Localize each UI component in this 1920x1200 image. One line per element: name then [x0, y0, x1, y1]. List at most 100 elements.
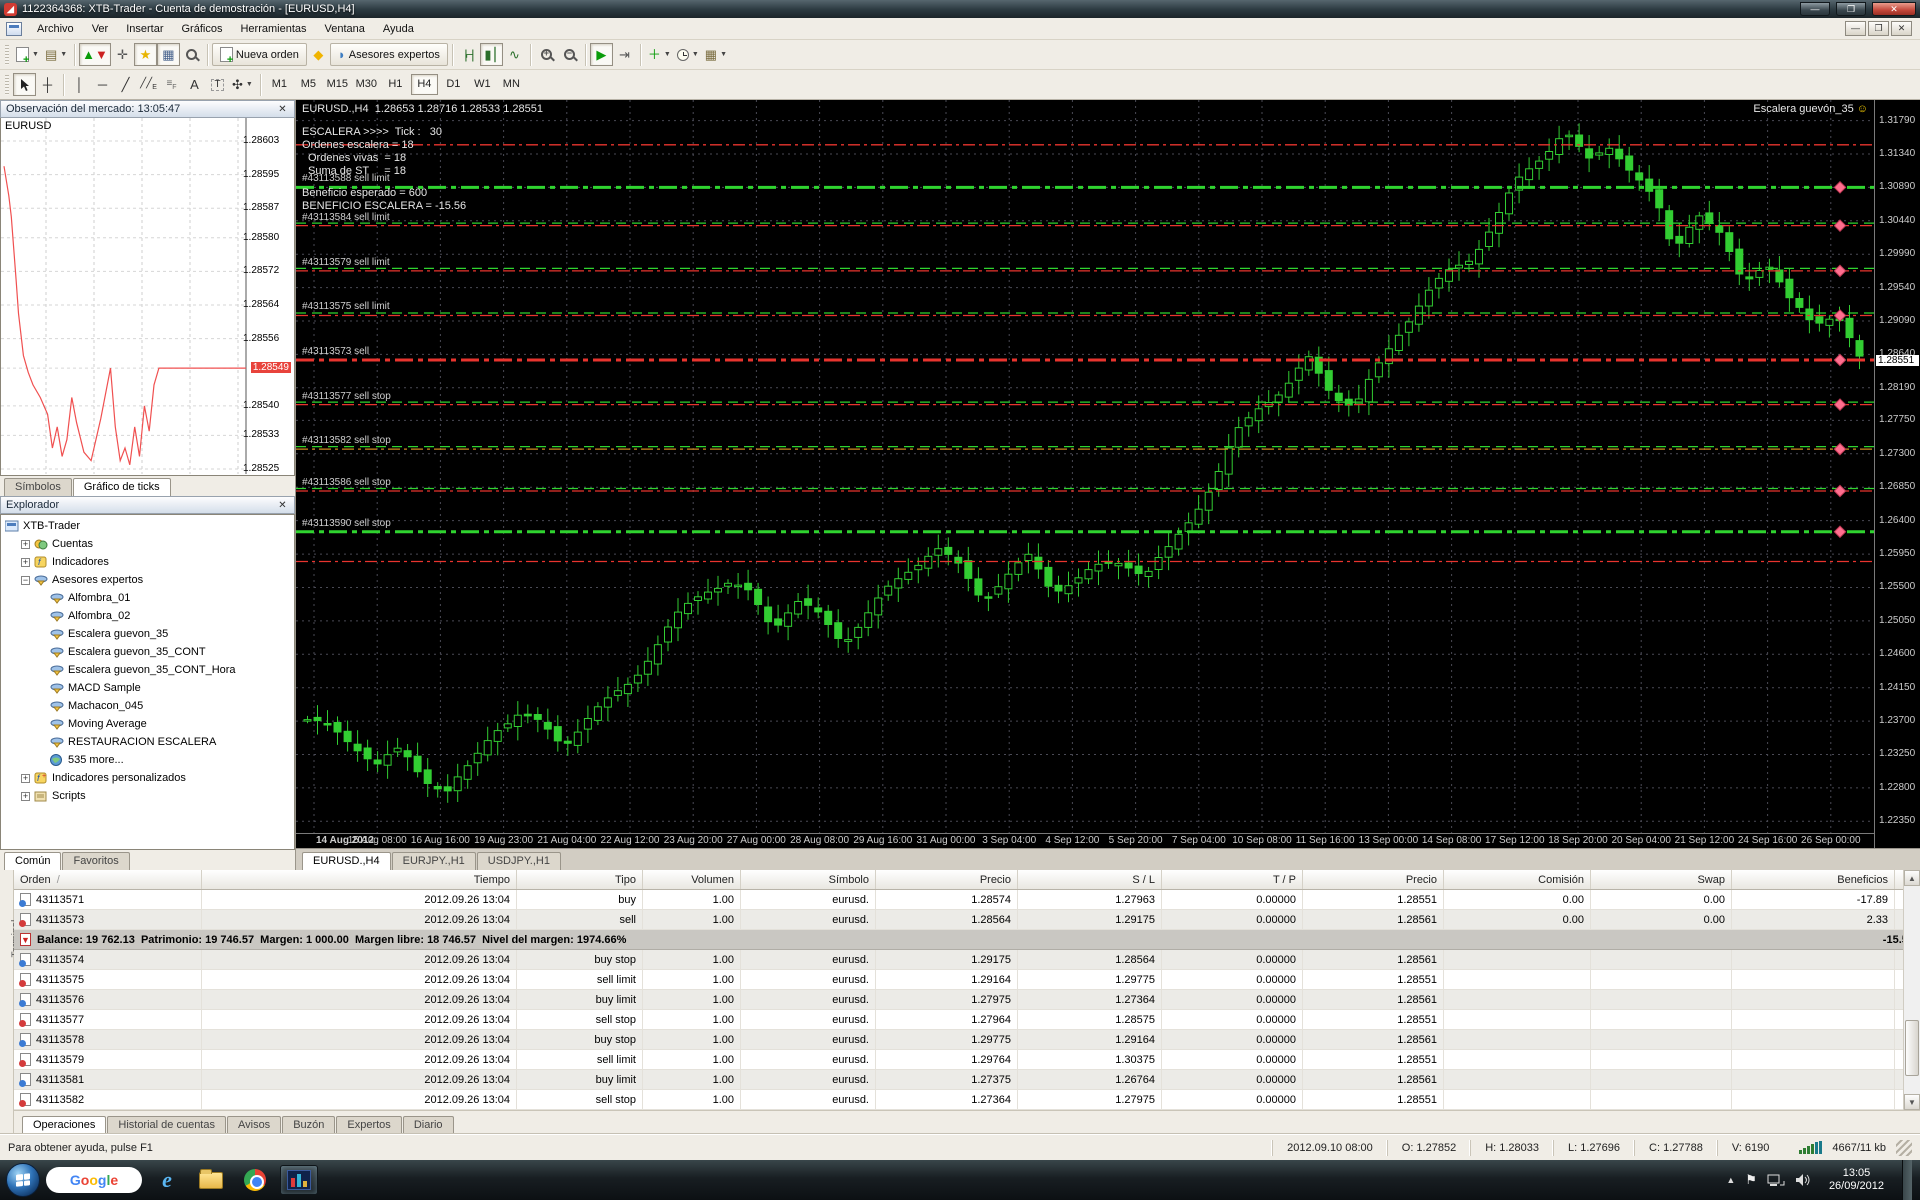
column-header-beneficios[interactable]: Beneficios [1732, 870, 1895, 889]
resize-grip[interactable] [1896, 1140, 1912, 1156]
timeframe-h1[interactable]: H1 [382, 74, 409, 95]
menu-gráficos[interactable]: Gráficos [173, 20, 232, 38]
candlestick-chart-button[interactable]: ▮⎮ [480, 43, 503, 66]
auto-scroll-button[interactable]: ▶ [590, 43, 613, 66]
templates-button[interactable]: ▦▼ [702, 43, 730, 66]
tree-item-indicadores[interactable]: +fIndicadores [1, 553, 294, 571]
tree-item-alfombra-01[interactable]: Alfombra_01 [1, 589, 294, 607]
new-order-button[interactable]: +Nueva orden [212, 43, 307, 66]
tree-item-escalera-guevon-35-cont-hora[interactable]: Escalera guevon_35_CONT_Hora [1, 661, 294, 679]
arrows-tool[interactable]: ✣▼ [229, 73, 256, 96]
tree-item-escalera-guevon-35-cont[interactable]: Escalera guevon_35_CONT [1, 643, 294, 661]
market-watch-toggle[interactable]: ▲▼ [79, 43, 111, 66]
chart-shift-button[interactable]: ⇥ [613, 43, 636, 66]
tree-item-macd-sample[interactable]: MACD Sample [1, 679, 294, 697]
column-header-swap[interactable]: Swap [1591, 870, 1732, 889]
tray-expand-icon[interactable]: ▲ [1726, 1175, 1735, 1185]
chrome-button[interactable] [236, 1165, 274, 1195]
horizontal-line-tool[interactable]: ─ [91, 73, 114, 96]
minimize-button[interactable]: — [1800, 2, 1830, 16]
column-header-precio[interactable]: Precio [1303, 870, 1444, 889]
column-header-s-mbolo[interactable]: Símbolo [741, 870, 876, 889]
explorer-folder-button[interactable] [192, 1165, 230, 1195]
zoom-out-button[interactable]: − [558, 43, 581, 66]
chart-tab-eurusd-h4[interactable]: EURUSD.,H4 [302, 852, 391, 870]
tree-item-restauracion-escalera[interactable]: RESTAURACION ESCALERA [1, 733, 294, 751]
line-chart-button[interactable]: ∿ [503, 43, 526, 66]
order-row-43113574[interactable]: 431135742012.09.26 13:04buy stop1.00euru… [14, 950, 1920, 970]
order-row-43113576[interactable]: 431135762012.09.26 13:04buy limit1.00eur… [14, 990, 1920, 1010]
menu-herramientas[interactable]: Herramientas [231, 20, 315, 38]
terminal-tab-operaciones[interactable]: Operaciones [22, 1116, 106, 1134]
column-header-tiempo[interactable]: Tiempo [202, 870, 517, 889]
google-search-box[interactable]: Google [46, 1167, 142, 1193]
tab-gr-fico-de-ticks[interactable]: Gráfico de ticks [73, 478, 171, 496]
metaeditor-alert-icon[interactable]: ◆ [307, 43, 330, 66]
periods-button[interactable]: ▼ [674, 43, 702, 66]
new-chart-button[interactable]: +▼ [13, 43, 42, 66]
timeframe-w1[interactable]: W1 [469, 74, 496, 95]
terminal-tab-avisos[interactable]: Avisos [227, 1116, 281, 1134]
order-row-43113582[interactable]: 431135822012.09.26 13:04sell stop1.00eur… [14, 1090, 1920, 1110]
child-close-button[interactable]: ✕ [1891, 21, 1912, 36]
order-row-43113577[interactable]: 431135772012.09.26 13:04sell stop1.00eur… [14, 1010, 1920, 1030]
tab-com-n[interactable]: Común [4, 852, 61, 870]
tree-item-indicadores-personalizados[interactable]: +f+Indicadores personalizados [1, 769, 294, 787]
tree-item-xtb-trader[interactable]: XTB-Trader [1, 517, 294, 535]
order-row-43113579[interactable]: 431135792012.09.26 13:04sell limit1.00eu… [14, 1050, 1920, 1070]
order-row-43113581[interactable]: 431135812012.09.26 13:04buy limit1.00eur… [14, 1070, 1920, 1090]
data-window-button[interactable]: ✛ [111, 43, 134, 66]
tree-item-moving-average[interactable]: Moving Average [1, 715, 294, 733]
tree-item-asesores-expertos[interactable]: −Asesores expertos [1, 571, 294, 589]
timeframe-d1[interactable]: D1 [440, 74, 467, 95]
cursor-tool[interactable] [13, 73, 36, 96]
navigator-toggle[interactable]: ★ [134, 43, 157, 66]
timeframe-mn[interactable]: MN [498, 74, 525, 95]
tick-chart[interactable]: EURUSD 1.286031.285951.285871.285801.285… [0, 118, 295, 476]
expand-icon[interactable]: + [21, 558, 30, 567]
menu-ventana[interactable]: Ventana [316, 20, 374, 38]
timeframe-m15[interactable]: M15 [324, 74, 351, 95]
crosshair-tool[interactable]: ┼ [36, 73, 59, 96]
terminal-scrollbar[interactable]: ▲ ▼ [1903, 870, 1920, 1110]
tab-s-mbolos[interactable]: Símbolos [4, 478, 72, 496]
chart-window-icon[interactable] [6, 22, 22, 36]
tree-item-escalera-guevon-35[interactable]: Escalera guevon_35 [1, 625, 294, 643]
price-axis[interactable]: 1.317901.313401.308901.304401.299901.295… [1874, 100, 1920, 848]
toolbar-grip[interactable] [5, 45, 9, 65]
tree-item-alfombra-02[interactable]: Alfombra_02 [1, 607, 294, 625]
terminal-tab-diario[interactable]: Diario [403, 1116, 454, 1134]
menu-ayuda[interactable]: Ayuda [374, 20, 423, 38]
bar-chart-button[interactable]: |⌐| [457, 43, 480, 66]
mt4-taskbar-button[interactable] [280, 1165, 318, 1195]
column-header-t-p[interactable]: T / P [1162, 870, 1303, 889]
maximize-button[interactable]: ❐ [1836, 2, 1866, 16]
vertical-line-tool[interactable]: │ [68, 73, 91, 96]
column-header-precio[interactable]: Precio [876, 870, 1018, 889]
tree-item-scripts[interactable]: +Scripts [1, 787, 294, 805]
column-header-tipo[interactable]: Tipo [517, 870, 643, 889]
column-header-s-l[interactable]: S / L [1018, 870, 1162, 889]
tree-item-535-more-[interactable]: 535 more... [1, 751, 294, 769]
child-restore-button[interactable]: ❐ [1868, 21, 1889, 36]
start-button[interactable] [6, 1163, 40, 1197]
strategy-tester-button[interactable] [180, 43, 203, 66]
equidistant-channel-tool[interactable]: ╱╱E [137, 73, 160, 96]
timeframe-m30[interactable]: M30 [353, 74, 380, 95]
column-header-orden[interactable]: Orden / [14, 870, 202, 889]
tree-item-machacon-045[interactable]: Machacon_045 [1, 697, 294, 715]
toolbar-grip2[interactable] [5, 75, 9, 95]
order-row-43113571[interactable]: 431135712012.09.26 13:04buy1.00eurusd.1.… [14, 890, 1920, 910]
scroll-up-icon[interactable]: ▲ [1904, 870, 1920, 886]
indicators-button[interactable]: ＋▼ [645, 43, 674, 66]
tab-favoritos[interactable]: Favoritos [62, 852, 129, 870]
chart-canvas[interactable]: EURUSD.,H4 1.28653 1.28716 1.28533 1.285… [296, 100, 1920, 848]
order-row-43113575[interactable]: 431135752012.09.26 13:04sell limit1.00eu… [14, 970, 1920, 990]
scroll-thumb[interactable] [1905, 1020, 1919, 1076]
time-axis[interactable]: 14 Aug 201215 Aug 08:0016 Aug 16:0019 Au… [296, 833, 1874, 848]
text-tool[interactable]: A [183, 73, 206, 96]
tree-item-cuentas[interactable]: +Cuentas [1, 535, 294, 553]
terminal-tab-buz-n[interactable]: Buzón [282, 1116, 335, 1134]
show-desktop-button[interactable] [1902, 1160, 1912, 1200]
fibonacci-tool[interactable]: ≡F [160, 73, 183, 96]
